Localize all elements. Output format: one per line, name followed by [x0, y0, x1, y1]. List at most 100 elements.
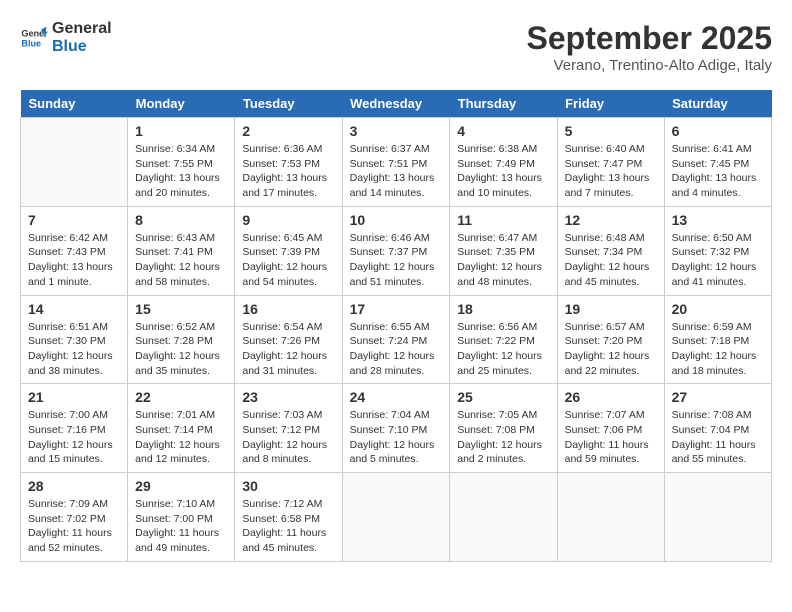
day-number: 30 — [242, 478, 334, 494]
day-info: Sunrise: 7:07 AM Sunset: 7:06 PM Dayligh… — [565, 408, 657, 467]
logo-line1: General — [52, 20, 112, 38]
week-row-1: 1Sunrise: 6:34 AM Sunset: 7:55 PM Daylig… — [21, 118, 772, 207]
day-header-tuesday: Tuesday — [235, 90, 342, 118]
day-number: 8 — [135, 212, 227, 228]
day-info: Sunrise: 6:48 AM Sunset: 7:34 PM Dayligh… — [565, 231, 657, 290]
calendar-cell: 13 Sunrise: 6:50 AM Sunset: 7:32 PM Dayli… — [664, 206, 771, 295]
header-row: SundayMondayTuesdayWednesdayThursdayFrid… — [21, 90, 772, 118]
day-info: Sunrise: 6:52 AM Sunset: 7:28 PM Dayligh… — [135, 320, 227, 379]
day-header-saturday: Saturday — [664, 90, 771, 118]
day-number: 29 — [135, 478, 227, 494]
calendar-cell: 15 Sunrise: 6:52 AM Sunset: 7:28 PM Dayli… — [128, 295, 235, 384]
calendar-cell — [21, 118, 128, 207]
day-info: Sunrise: 6:38 AM Sunset: 7:49 PM Dayligh… — [457, 142, 549, 201]
day-number: 18 — [457, 301, 549, 317]
day-info: Sunrise: 7:01 AM Sunset: 7:14 PM Dayligh… — [135, 408, 227, 467]
calendar-cell: 14 Sunrise: 6:51 AM Sunset: 7:30 PM Dayli… — [21, 295, 128, 384]
calendar-cell: 20Sunrise: 6:59 AM Sunset: 7:18 PM Dayli… — [664, 295, 771, 384]
week-row-3: 14 Sunrise: 6:51 AM Sunset: 7:30 PM Dayli… — [21, 295, 772, 384]
calendar-cell: 2 Sunrise: 6:36 AM Sunset: 7:53 PM Daylig… — [235, 118, 342, 207]
day-number: 26 — [565, 389, 657, 405]
calendar-cell: 5Sunrise: 6:40 AM Sunset: 7:47 PM Daylig… — [557, 118, 664, 207]
calendar-cell: 7 Sunrise: 6:42 AM Sunset: 7:43 PM Daylig… — [21, 206, 128, 295]
day-info: Sunrise: 6:59 AM Sunset: 7:18 PM Dayligh… — [672, 320, 764, 379]
day-info: Sunrise: 6:57 AM Sunset: 7:20 PM Dayligh… — [565, 320, 657, 379]
calendar-cell: 3 Sunrise: 6:37 AM Sunset: 7:51 PM Daylig… — [342, 118, 450, 207]
day-info: Sunrise: 7:10 AM Sunset: 7:00 PM Dayligh… — [135, 497, 227, 556]
day-number: 13 — [672, 212, 764, 228]
day-number: 1 — [135, 123, 227, 139]
calendar-cell: 8 Sunrise: 6:43 AM Sunset: 7:41 PM Daylig… — [128, 206, 235, 295]
calendar-cell: 28Sunrise: 7:09 AM Sunset: 7:02 PM Dayli… — [21, 473, 128, 562]
day-number: 25 — [457, 389, 549, 405]
day-number: 19 — [565, 301, 657, 317]
day-info: Sunrise: 7:05 AM Sunset: 7:08 PM Dayligh… — [457, 408, 549, 467]
day-number: 17 — [350, 301, 443, 317]
day-info: Sunrise: 7:12 AM Sunset: 6:58 PM Dayligh… — [242, 497, 334, 556]
day-number: 6 — [672, 123, 764, 139]
day-info: Sunrise: 7:00 AM Sunset: 7:16 PM Dayligh… — [28, 408, 120, 467]
title-section: September 2025 Verano, Trentino-Alto Adi… — [527, 20, 772, 74]
day-header-sunday: Sunday — [21, 90, 128, 118]
day-number: 28 — [28, 478, 120, 494]
location-subtitle: Verano, Trentino-Alto Adige, Italy — [527, 57, 772, 74]
calendar-cell: 18 Sunrise: 6:56 AM Sunset: 7:22 PM Dayli… — [450, 295, 557, 384]
day-number: 14 — [28, 301, 120, 317]
calendar-cell — [557, 473, 664, 562]
day-info: Sunrise: 6:41 AM Sunset: 7:45 PM Dayligh… — [672, 142, 764, 201]
day-number: 23 — [242, 389, 334, 405]
day-info: Sunrise: 6:43 AM Sunset: 7:41 PM Dayligh… — [135, 231, 227, 290]
calendar-cell: 16 Sunrise: 6:54 AM Sunset: 7:26 PM Dayli… — [235, 295, 342, 384]
calendar-table: SundayMondayTuesdayWednesdayThursdayFrid… — [20, 90, 772, 562]
calendar-cell: 12Sunrise: 6:48 AM Sunset: 7:34 PM Dayli… — [557, 206, 664, 295]
page-header: General Blue General Blue September 2025… — [20, 20, 772, 74]
day-info: Sunrise: 6:40 AM Sunset: 7:47 PM Dayligh… — [565, 142, 657, 201]
week-row-5: 28Sunrise: 7:09 AM Sunset: 7:02 PM Dayli… — [21, 473, 772, 562]
day-number: 9 — [242, 212, 334, 228]
calendar-cell: 26 Sunrise: 7:07 AM Sunset: 7:06 PM Dayli… — [557, 384, 664, 473]
day-number: 24 — [350, 389, 443, 405]
calendar-cell: 9 Sunrise: 6:45 AM Sunset: 7:39 PM Daylig… — [235, 206, 342, 295]
calendar-cell: 6 Sunrise: 6:41 AM Sunset: 7:45 PM Daylig… — [664, 118, 771, 207]
day-info: Sunrise: 6:42 AM Sunset: 7:43 PM Dayligh… — [28, 231, 120, 290]
day-info: Sunrise: 7:03 AM Sunset: 7:12 PM Dayligh… — [242, 408, 334, 467]
day-number: 11 — [457, 212, 549, 228]
day-number: 2 — [242, 123, 334, 139]
calendar-cell — [342, 473, 450, 562]
logo-line2: Blue — [52, 38, 112, 56]
week-row-2: 7 Sunrise: 6:42 AM Sunset: 7:43 PM Daylig… — [21, 206, 772, 295]
day-info: Sunrise: 6:55 AM Sunset: 7:24 PM Dayligh… — [350, 320, 443, 379]
calendar-cell — [450, 473, 557, 562]
day-number: 16 — [242, 301, 334, 317]
calendar-cell: 19 Sunrise: 6:57 AM Sunset: 7:20 PM Dayli… — [557, 295, 664, 384]
day-number: 21 — [28, 389, 120, 405]
day-number: 22 — [135, 389, 227, 405]
calendar-cell: 10 Sunrise: 6:46 AM Sunset: 7:37 PM Dayli… — [342, 206, 450, 295]
day-header-wednesday: Wednesday — [342, 90, 450, 118]
day-number: 4 — [457, 123, 549, 139]
day-info: Sunrise: 6:54 AM Sunset: 7:26 PM Dayligh… — [242, 320, 334, 379]
day-info: Sunrise: 6:46 AM Sunset: 7:37 PM Dayligh… — [350, 231, 443, 290]
day-info: Sunrise: 6:36 AM Sunset: 7:53 PM Dayligh… — [242, 142, 334, 201]
day-number: 3 — [350, 123, 443, 139]
day-number: 10 — [350, 212, 443, 228]
calendar-cell: 27Sunrise: 7:08 AM Sunset: 7:04 PM Dayli… — [664, 384, 771, 473]
day-number: 15 — [135, 301, 227, 317]
day-header-friday: Friday — [557, 90, 664, 118]
calendar-cell: 30 Sunrise: 7:12 AM Sunset: 6:58 PM Dayli… — [235, 473, 342, 562]
day-info: Sunrise: 6:51 AM Sunset: 7:30 PM Dayligh… — [28, 320, 120, 379]
calendar-cell: 1Sunrise: 6:34 AM Sunset: 7:55 PM Daylig… — [128, 118, 235, 207]
day-info: Sunrise: 6:37 AM Sunset: 7:51 PM Dayligh… — [350, 142, 443, 201]
day-header-thursday: Thursday — [450, 90, 557, 118]
day-info: Sunrise: 6:47 AM Sunset: 7:35 PM Dayligh… — [457, 231, 549, 290]
calendar-cell — [664, 473, 771, 562]
day-info: Sunrise: 6:56 AM Sunset: 7:22 PM Dayligh… — [457, 320, 549, 379]
calendar-cell: 17 Sunrise: 6:55 AM Sunset: 7:24 PM Dayli… — [342, 295, 450, 384]
day-number: 7 — [28, 212, 120, 228]
week-row-4: 21 Sunrise: 7:00 AM Sunset: 7:16 PM Dayli… — [21, 384, 772, 473]
day-info: Sunrise: 7:04 AM Sunset: 7:10 PM Dayligh… — [350, 408, 443, 467]
day-info: Sunrise: 6:45 AM Sunset: 7:39 PM Dayligh… — [242, 231, 334, 290]
calendar-cell: 24 Sunrise: 7:04 AM Sunset: 7:10 PM Dayli… — [342, 384, 450, 473]
day-info: Sunrise: 6:50 AM Sunset: 7:32 PM Dayligh… — [672, 231, 764, 290]
month-title: September 2025 — [527, 20, 772, 57]
